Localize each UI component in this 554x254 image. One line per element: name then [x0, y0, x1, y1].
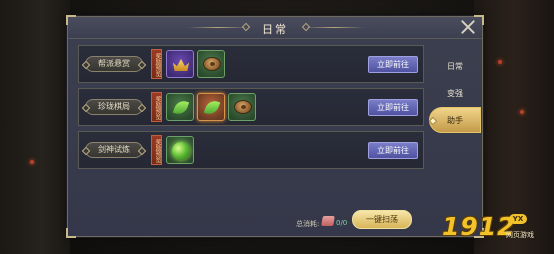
task-label: 珍珑棋局 — [85, 99, 143, 115]
tab-active-indicator-icon — [428, 116, 438, 126]
go-now-button[interactable]: 立即前往 — [368, 142, 418, 159]
background-ember — [30, 160, 34, 164]
crown-icon — [173, 59, 189, 71]
total-cost-label: 总消耗: — [296, 220, 320, 228]
watermark-logo-subtitle: 网页游戏 — [506, 231, 534, 239]
task-row-sword-trial: 剑神试炼 奖励预览 立即前往 — [78, 131, 424, 169]
one-click-sweep-button[interactable]: 一键扫荡 — [352, 210, 412, 229]
title-bar: 日常 — [68, 17, 482, 39]
tab-strengthen[interactable]: 变强 — [429, 81, 481, 107]
reward-preview-tag: 奖励预览 — [151, 49, 162, 79]
leaf-icon — [203, 98, 221, 117]
watermark-logo-number: 1912 — [442, 212, 516, 241]
leaf-icon — [172, 98, 190, 117]
task-label: 帮派悬赏 — [85, 56, 143, 72]
reward-item-slot[interactable] — [166, 50, 194, 78]
go-now-button[interactable]: 立即前往 — [368, 56, 418, 73]
panel-corner-ornament — [66, 228, 76, 238]
reward-item-slot[interactable] — [228, 93, 256, 121]
reward-item-slot[interactable] — [166, 136, 194, 164]
tab-assistant[interactable]: 助手 — [428, 107, 481, 133]
reward-item-slot[interactable] — [197, 93, 225, 121]
orb-icon — [172, 142, 190, 160]
close-button[interactable] — [458, 17, 478, 37]
coin-icon — [234, 100, 252, 114]
background-ember — [498, 60, 502, 64]
background-ember — [520, 110, 524, 114]
title-ornament-line — [304, 27, 364, 28]
total-cost-value: 0/0 — [336, 219, 348, 227]
reward-item-slot[interactable] — [197, 50, 225, 78]
task-row-gang-bounty: 帮派悬赏 奖励预览 立即前往 — [78, 45, 424, 83]
task-label: 剑神试炼 — [85, 142, 143, 158]
go-now-button[interactable]: 立即前往 — [368, 99, 418, 116]
tab-daily[interactable]: 日常 — [429, 54, 481, 80]
watermark-logo-badge: YX — [509, 214, 527, 224]
reward-item-slot[interactable] — [166, 93, 194, 121]
reward-preview-tag: 奖励预览 — [151, 92, 162, 122]
task-row-chess-puzzle: 珍珑棋局 奖励预览 立即前往 — [78, 88, 424, 126]
window-title: 日常 — [262, 23, 288, 36]
ticket-icon — [321, 216, 335, 226]
reward-preview-tag: 奖励预览 — [151, 135, 162, 165]
background-left-scenery — [0, 0, 70, 254]
tab-assistant-label: 助手 — [447, 116, 463, 125]
coin-icon — [203, 57, 221, 71]
